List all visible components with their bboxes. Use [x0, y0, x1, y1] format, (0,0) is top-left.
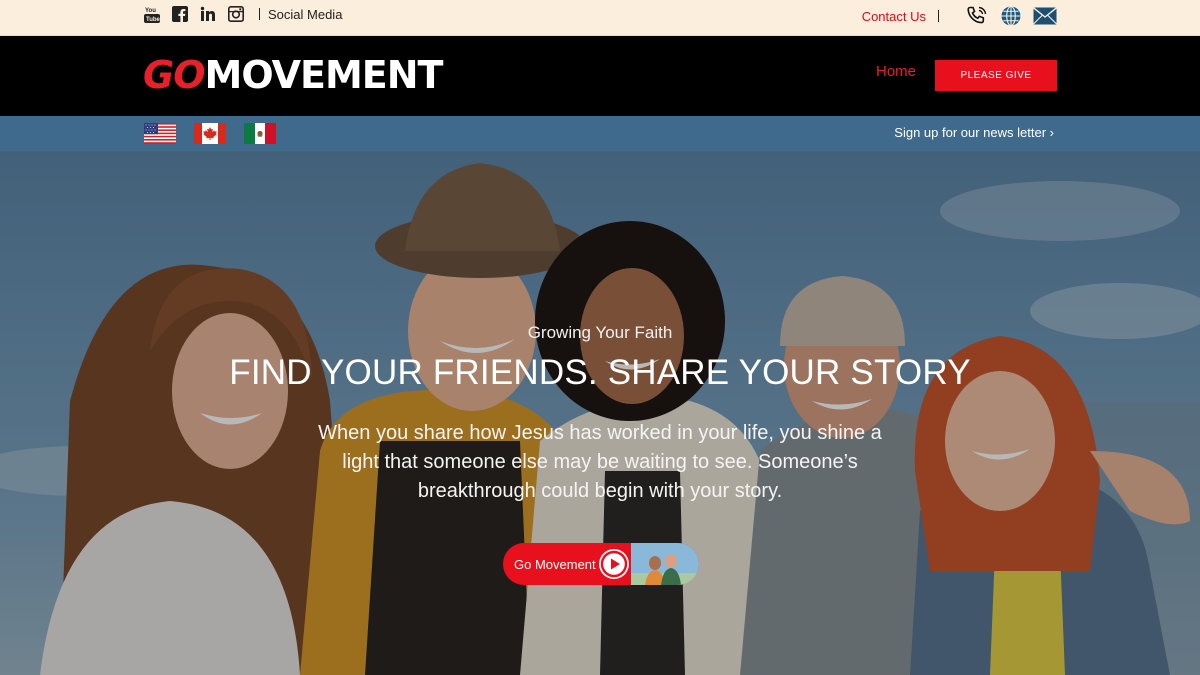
mexico-flag-icon[interactable]: [244, 123, 276, 144]
hero-eyebrow: Growing Your Faith: [527, 323, 673, 342]
us-flag-icon[interactable]: [144, 123, 176, 144]
video-thumbnail-image: [631, 543, 699, 585]
instagram-icon[interactable]: [227, 5, 245, 23]
hero-section: Growing Your Faith FIND YOUR FRIENDS. SH…: [0, 151, 1200, 675]
svg-text:Tube: Tube: [146, 17, 160, 23]
phone-icon[interactable]: [965, 4, 989, 28]
social-links: You Tube Social Media: [143, 5, 342, 23]
hero-dark-overlay: [0, 151, 1200, 675]
language-bar: Sign up for our news letter ›: [0, 116, 1200, 151]
play-icon: [599, 549, 629, 579]
nav-home-link[interactable]: Home: [876, 63, 916, 80]
top-utility-bar: You Tube Social Media Contact Us: [0, 0, 1200, 36]
divider: [259, 8, 260, 20]
hero-headline: FIND YOUR FRIENDS. SHARE YOUR STORY: [229, 353, 971, 392]
divider: [938, 10, 939, 22]
please-give-button[interactable]: PLEASE GIVE: [935, 60, 1057, 91]
canada-flag-icon[interactable]: [194, 123, 226, 144]
main-header: GO MOVEMENT Home PLEASE GIVE: [0, 36, 1200, 116]
globe-icon[interactable]: [999, 4, 1023, 28]
logo-go-text: GO: [143, 53, 205, 97]
social-media-label: Social Media: [268, 6, 343, 22]
contact-area: Contact Us: [862, 4, 1057, 28]
newsletter-signup-link[interactable]: Sign up for our news letter ›: [894, 125, 1054, 140]
go-movement-video-button[interactable]: Go Movement: [503, 543, 699, 585]
hero-body-text: When you share how Jesus has worked in y…: [318, 422, 882, 502]
cta-label: Go Movement: [514, 556, 596, 572]
youtube-icon[interactable]: You Tube: [143, 5, 161, 23]
go-movement-logo[interactable]: GO MOVEMENT: [143, 53, 444, 97]
mail-icon[interactable]: [1033, 4, 1057, 28]
logo-movement-text: MOVEMENT: [204, 53, 444, 97]
contact-us-link[interactable]: Contact Us: [862, 9, 926, 24]
linkedin-icon[interactable]: [199, 5, 217, 23]
language-flags: [144, 123, 294, 144]
facebook-icon[interactable]: [171, 5, 189, 23]
svg-text:You: You: [145, 8, 156, 14]
